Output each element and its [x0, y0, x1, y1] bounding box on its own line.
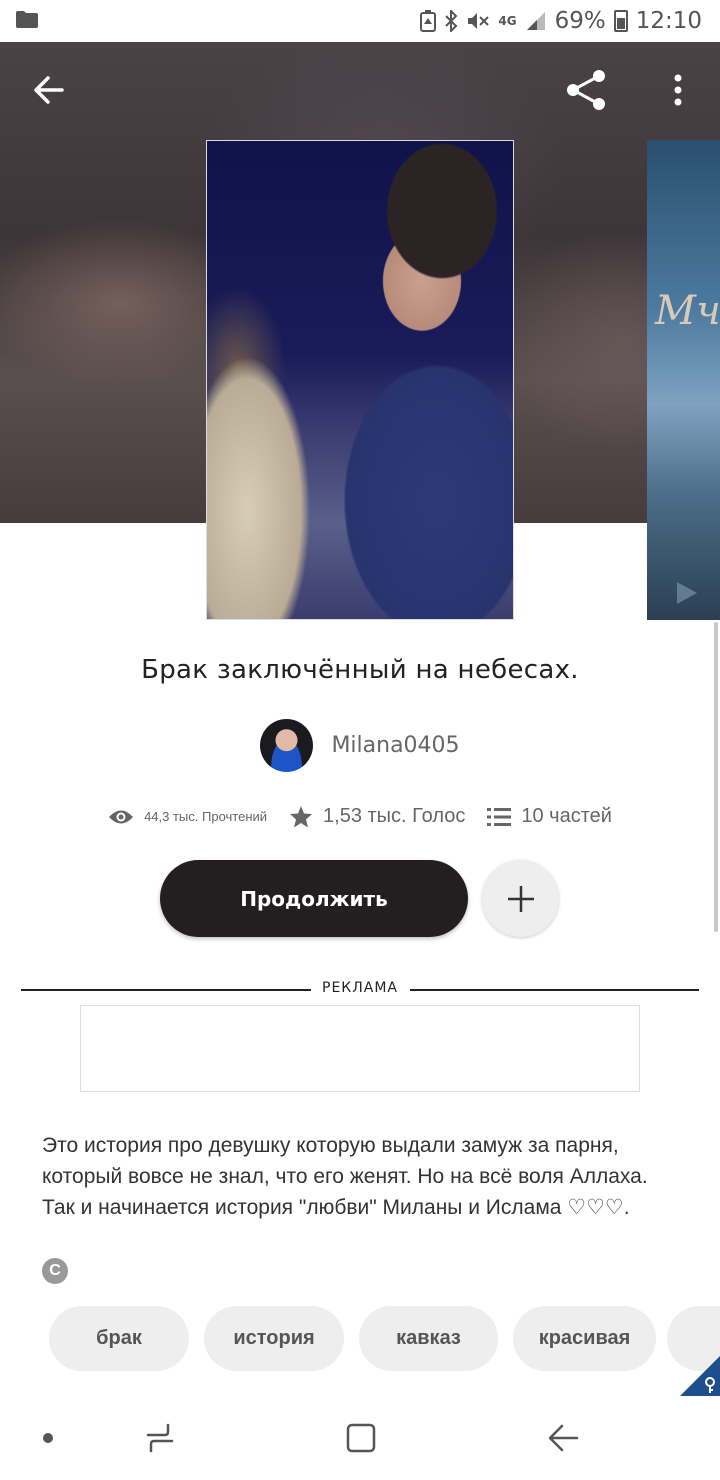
tag-chip[interactable]: история — [204, 1306, 344, 1371]
ad-label: РЕКЛАМА — [322, 980, 398, 996]
system-nav-bar — [0, 1396, 720, 1480]
ad-slot[interactable] — [80, 1005, 640, 1092]
share-button[interactable] — [558, 62, 614, 118]
avatar[interactable] — [260, 719, 314, 772]
list-icon — [487, 807, 512, 826]
recent-apps-icon — [146, 1423, 174, 1453]
arrow-left-icon — [34, 76, 64, 104]
back-icon — [548, 1424, 579, 1452]
add-to-library-button[interactable] — [482, 860, 559, 937]
back-button[interactable] — [21, 62, 77, 118]
share-icon — [567, 70, 605, 110]
home-icon — [346, 1423, 376, 1453]
battery-saver-icon — [420, 10, 437, 32]
parts-count: 10 частей — [521, 805, 612, 827]
tag-list: брак история кавказ красивая — [49, 1306, 656, 1371]
story-description: Это история про девушку которую выдали з… — [42, 1130, 682, 1223]
description-line: который вовсе не знал, что его женят. Но… — [42, 1165, 648, 1188]
play-store-icon — [677, 582, 697, 604]
status-bar: 4G 69% 12:10 — [0, 0, 720, 42]
next-story-cover[interactable]: Мч — [647, 140, 720, 620]
tag-chip[interactable]: красивая — [513, 1306, 656, 1371]
more-button[interactable] — [650, 62, 706, 118]
reads-count: 44,3 тыс. Прочтений — [144, 809, 268, 824]
battery-percent: 69% — [554, 8, 606, 34]
story-title: Брак заключённый на небесах. — [141, 655, 579, 685]
more-vertical-icon — [674, 74, 682, 106]
votes-count: 1,53 тыс. Голос — [323, 805, 466, 827]
ad-divider: РЕКЛАМА — [21, 980, 699, 1000]
continue-reading-button[interactable]: Продолжить — [160, 860, 468, 937]
home-button[interactable] — [341, 1418, 381, 1458]
star-icon — [290, 806, 313, 828]
tag-chip[interactable]: брак — [49, 1306, 189, 1371]
description-line: Это история про девушку которую выдали з… — [42, 1134, 619, 1157]
recent-apps-button[interactable] — [140, 1418, 180, 1458]
story-stats: 44,3 тыс. Прочтений 1,53 тыс. Голос 10 ч… — [0, 805, 720, 828]
ad-line-right — [410, 989, 699, 991]
signal-icon — [526, 12, 545, 30]
dot-icon — [43, 1433, 53, 1443]
story-cover[interactable] — [206, 140, 514, 620]
eye-icon — [109, 810, 134, 823]
network-label: 4G — [498, 14, 517, 28]
author-row[interactable]: Milana0405 — [0, 719, 720, 772]
next-cover-text: Мч — [655, 288, 720, 334]
mute-icon — [468, 13, 490, 29]
clock: 12:10 — [635, 8, 702, 34]
copyright-icon[interactable]: C — [42, 1258, 68, 1284]
scrollbar[interactable] — [714, 622, 718, 932]
parts-stat: 10 частей — [487, 805, 612, 828]
nav-dot-button[interactable] — [28, 1418, 68, 1458]
description-line: Так и начинается история "любви" Миланы … — [42, 1196, 630, 1219]
battery-icon — [613, 10, 628, 32]
votes-stat: 1,53 тыс. Голос — [289, 805, 465, 828]
system-back-button[interactable] — [543, 1418, 583, 1458]
bluetooth-icon — [445, 10, 458, 32]
author-name[interactable]: Milana0405 — [331, 733, 459, 758]
accessibility-badge-icon[interactable] — [680, 1356, 720, 1396]
plus-icon — [507, 885, 534, 912]
folder-icon — [16, 11, 38, 28]
reads-stat: 44,3 тыс. Прочтений — [108, 808, 267, 826]
tag-chip[interactable]: кавказ — [359, 1306, 498, 1371]
